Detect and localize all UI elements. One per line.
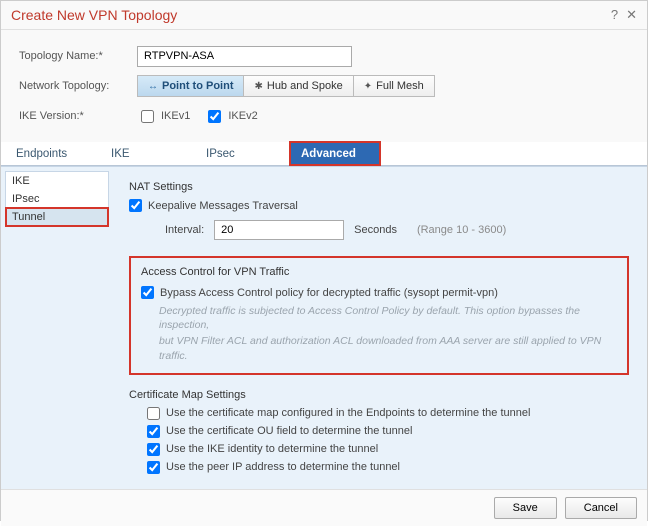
hub-icon: ✱ bbox=[254, 81, 262, 92]
topology-name-input[interactable] bbox=[137, 46, 352, 67]
bypass-label: Bypass Access Control policy for decrypt… bbox=[160, 287, 498, 299]
keepalive-label: Keepalive Messages Traversal bbox=[148, 200, 298, 212]
ikev2-option[interactable]: IKEv2 bbox=[204, 107, 257, 126]
nat-settings-title: NAT Settings bbox=[129, 181, 629, 193]
row-topology-name: Topology Name:* bbox=[19, 44, 633, 68]
cert-map-section: Certificate Map Settings Use the certifi… bbox=[129, 389, 629, 474]
topology-name-label: Topology Name:* bbox=[19, 50, 137, 62]
access-control-title: Access Control for VPN Traffic bbox=[141, 266, 617, 278]
topology-full-label: Full Mesh bbox=[376, 80, 424, 92]
row-network-topology: Network Topology: ↔ Point to Point ✱ Hub… bbox=[19, 74, 633, 98]
cert-opt-3-row: Use the IKE identity to determine the tu… bbox=[147, 443, 629, 456]
interval-label: Interval: bbox=[165, 224, 204, 236]
dialog-footer: Save Cancel bbox=[1, 489, 647, 526]
topology-point-to-point[interactable]: ↔ Point to Point bbox=[137, 75, 244, 97]
network-topology-label: Network Topology: bbox=[19, 80, 137, 92]
interval-range: (Range 10 - 3600) bbox=[417, 224, 506, 236]
mesh-icon: ✦ bbox=[364, 81, 372, 92]
ikev1-option[interactable]: IKEv1 bbox=[137, 107, 190, 126]
ptp-icon: ↔ bbox=[148, 81, 158, 92]
interval-row: Interval: Seconds (Range 10 - 3600) bbox=[165, 220, 629, 240]
tree-item-ipsec[interactable]: IPsec bbox=[6, 190, 108, 208]
cert-opt-1-checkbox[interactable] bbox=[147, 407, 160, 420]
help-icon[interactable]: ? bbox=[611, 7, 618, 23]
ikev2-label: IKEv2 bbox=[228, 110, 257, 122]
topology-full-mesh[interactable]: ✦ Full Mesh bbox=[354, 75, 435, 97]
tree-item-tunnel[interactable]: Tunnel bbox=[6, 208, 108, 226]
network-topology-toggle: ↔ Point to Point ✱ Hub and Spoke ✦ Full … bbox=[137, 75, 435, 97]
cert-opt-3-checkbox[interactable] bbox=[147, 443, 160, 456]
cert-opt-1-row: Use the certificate map configured in th… bbox=[147, 407, 629, 420]
cert-map-title: Certificate Map Settings bbox=[129, 389, 629, 401]
save-button[interactable]: Save bbox=[494, 497, 557, 519]
keepalive-checkbox[interactable] bbox=[129, 199, 142, 212]
cert-opt-4-row: Use the peer IP address to determine the… bbox=[147, 461, 629, 474]
bypass-checkbox[interactable] bbox=[141, 286, 154, 299]
vpn-topology-dialog: Create New VPN Topology ? ✕ Topology Nam… bbox=[0, 0, 648, 521]
dialog-controls: ? ✕ bbox=[611, 7, 637, 23]
tab-ike[interactable]: IKE bbox=[100, 142, 195, 165]
cert-opt-4-label: Use the peer IP address to determine the… bbox=[166, 461, 400, 473]
close-icon[interactable]: ✕ bbox=[626, 7, 637, 23]
cert-opt-2-label: Use the certificate OU field to determin… bbox=[166, 425, 412, 437]
tunnel-settings-pane: NAT Settings Keepalive Messages Traversa… bbox=[109, 167, 647, 489]
ike-version-group: IKEv1 IKEv2 bbox=[137, 107, 258, 126]
bypass-desc-2: but VPN Filter ACL and authorization ACL… bbox=[159, 334, 617, 362]
cert-opt-2-checkbox[interactable] bbox=[147, 425, 160, 438]
access-control-section: Access Control for VPN Traffic Bypass Ac… bbox=[129, 256, 629, 375]
tab-strip: Endpoints IKE IPsec Advanced bbox=[1, 142, 647, 166]
tab-ipsec[interactable]: IPsec bbox=[195, 142, 290, 165]
cert-opt-2-row: Use the certificate OU field to determin… bbox=[147, 425, 629, 438]
row-ike-version: IKE Version:* IKEv1 IKEv2 bbox=[19, 104, 633, 128]
content-row: IKE IPsec Tunnel NAT Settings Keepalive … bbox=[1, 166, 647, 489]
topology-hub-and-spoke[interactable]: ✱ Hub and Spoke bbox=[244, 75, 353, 97]
bypass-row: Bypass Access Control policy for decrypt… bbox=[141, 286, 617, 299]
topology-hub-label: Hub and Spoke bbox=[267, 80, 343, 92]
form-area: Topology Name:* Network Topology: ↔ Poin… bbox=[1, 30, 647, 138]
ikev1-checkbox[interactable] bbox=[141, 110, 154, 123]
ikev2-checkbox[interactable] bbox=[208, 110, 221, 123]
dialog-header: Create New VPN Topology ? ✕ bbox=[1, 1, 647, 30]
tab-advanced[interactable]: Advanced bbox=[290, 142, 380, 165]
bypass-desc-1: Decrypted traffic is subjected to Access… bbox=[159, 304, 617, 332]
cert-options: Use the certificate map configured in th… bbox=[147, 407, 629, 474]
ike-version-label: IKE Version:* bbox=[19, 110, 137, 122]
cancel-button[interactable]: Cancel bbox=[565, 497, 637, 519]
interval-input[interactable] bbox=[214, 220, 344, 240]
tab-endpoints[interactable]: Endpoints bbox=[5, 142, 100, 165]
ikev1-label: IKEv1 bbox=[161, 110, 190, 122]
cert-opt-4-checkbox[interactable] bbox=[147, 461, 160, 474]
advanced-sub-tree: IKE IPsec Tunnel bbox=[5, 171, 109, 227]
dialog-title: Create New VPN Topology bbox=[11, 7, 177, 23]
tree-item-ike[interactable]: IKE bbox=[6, 172, 108, 190]
cert-opt-1-label: Use the certificate map configured in th… bbox=[166, 407, 530, 419]
keepalive-row: Keepalive Messages Traversal bbox=[129, 199, 629, 212]
cert-opt-3-label: Use the IKE identity to determine the tu… bbox=[166, 443, 378, 455]
topology-ptp-label: Point to Point bbox=[162, 80, 233, 92]
interval-unit: Seconds bbox=[354, 224, 397, 236]
nat-settings-section: NAT Settings Keepalive Messages Traversa… bbox=[129, 181, 629, 240]
